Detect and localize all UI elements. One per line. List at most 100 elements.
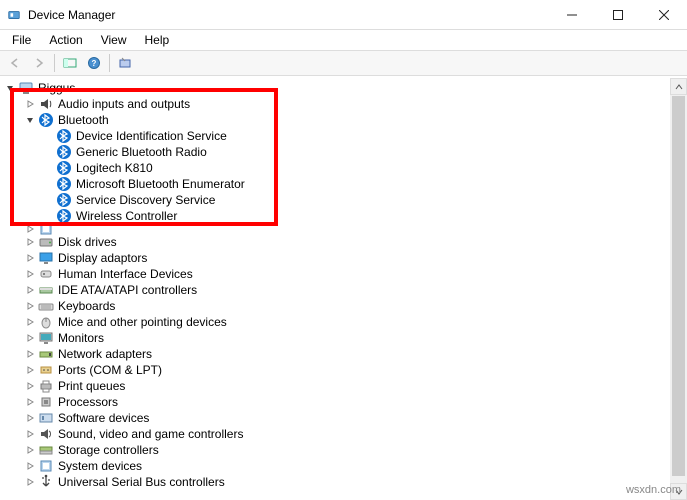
expander-none <box>42 130 54 142</box>
tree-node-label: Network adapters <box>58 346 152 362</box>
tree-node[interactable]: Ports (COM & LPT) <box>0 362 687 378</box>
toolbar: ? <box>0 50 687 76</box>
svg-text:?: ? <box>92 59 97 68</box>
tree-node[interactable]: Microsoft Bluetooth Enumerator <box>0 176 687 192</box>
minimize-button[interactable] <box>549 0 595 30</box>
scrollbar[interactable] <box>670 78 687 500</box>
tree-node-label: IDE ATA/ATAPI controllers <box>58 282 197 298</box>
show-hide-button[interactable] <box>59 52 81 74</box>
tree-root-label: Riggus <box>38 80 75 96</box>
sw-icon <box>38 410 54 426</box>
tree-node-label: Generic Bluetooth Radio <box>76 144 207 160</box>
disk-icon <box>38 234 54 250</box>
close-button[interactable] <box>641 0 687 30</box>
forward-button[interactable] <box>28 52 50 74</box>
tree-node[interactable]: Processors <box>0 394 687 410</box>
tree-node-label: Sound, video and game controllers <box>58 426 243 442</box>
toolbar-separator <box>54 54 55 72</box>
expander-closed-icon[interactable] <box>24 236 36 248</box>
expander-closed-icon[interactable] <box>24 396 36 408</box>
menu-file[interactable]: File <box>4 32 39 48</box>
tree-node[interactable]: Print queues <box>0 378 687 394</box>
display-icon <box>38 250 54 266</box>
expander-open-icon[interactable] <box>24 114 36 126</box>
cpu-icon <box>38 394 54 410</box>
scrollbar-thumb[interactable] <box>672 96 685 476</box>
tree-node[interactable]: Display adaptors <box>0 250 687 266</box>
expander-closed-icon[interactable] <box>24 284 36 296</box>
tree-node-label: Universal Serial Bus controllers <box>58 474 225 490</box>
tree-node[interactable]: System devices <box>0 458 687 474</box>
tree-node[interactable]: Device Identification Service <box>0 128 687 144</box>
tree-node[interactable]: Sound, video and game controllers <box>0 426 687 442</box>
help-button[interactable]: ? <box>83 52 105 74</box>
storage-icon <box>38 442 54 458</box>
tree-node[interactable]: Mice and other pointing devices <box>0 314 687 330</box>
tree-node[interactable]: IDE ATA/ATAPI controllers <box>0 282 687 298</box>
bt-icon <box>38 112 54 128</box>
tree-node[interactable]: Storage controllers <box>0 442 687 458</box>
tree-node[interactable]: Disk drives <box>0 234 687 250</box>
expander-closed-icon[interactable] <box>24 444 36 456</box>
expander-closed-icon[interactable] <box>24 428 36 440</box>
tree-node-label: Ports (COM & LPT) <box>58 362 162 378</box>
tree-root[interactable]: Riggus <box>0 80 687 96</box>
tree-node[interactable]: Keyboards <box>0 298 687 314</box>
expander-closed-icon[interactable] <box>24 476 36 488</box>
device-tree[interactable]: RiggusAudio inputs and outputsBluetoothD… <box>0 78 687 500</box>
tree-node[interactable]: Service Discovery Service <box>0 192 687 208</box>
expander-none <box>42 194 54 206</box>
expander-closed-icon[interactable] <box>24 364 36 376</box>
sound-icon <box>38 426 54 442</box>
expander-none <box>42 146 54 158</box>
menu-view[interactable]: View <box>93 32 135 48</box>
toolbar-separator <box>109 54 110 72</box>
tree-node-label: Device Identification Service <box>76 128 227 144</box>
tree-node-label: Audio inputs and outputs <box>58 96 190 112</box>
scan-button[interactable] <box>114 52 136 74</box>
ide-icon <box>38 282 54 298</box>
tree-node-label: Microsoft Bluetooth Enumerator <box>76 176 245 192</box>
kbd-icon <box>38 298 54 314</box>
expander-closed-icon[interactable] <box>24 380 36 392</box>
expander-closed-icon[interactable] <box>24 412 36 424</box>
bt-icon <box>56 208 72 224</box>
tree-node-label: Display adaptors <box>58 250 147 266</box>
tree-node-label: Software devices <box>58 410 149 426</box>
tree-node[interactable]: Logitech K810 <box>0 160 687 176</box>
expander-closed-icon[interactable] <box>24 252 36 264</box>
scroll-up-arrow[interactable] <box>670 78 687 95</box>
menu-help[interactable]: Help <box>137 32 178 48</box>
computer-icon <box>18 80 34 96</box>
expander-closed-icon[interactable] <box>24 268 36 280</box>
tree-node[interactable]: Monitors <box>0 330 687 346</box>
bt-icon <box>56 192 72 208</box>
tree-node[interactable]: Universal Serial Bus controllers <box>0 474 687 490</box>
tree-node[interactable]: Generic Bluetooth Radio <box>0 144 687 160</box>
expander-open-icon[interactable] <box>4 82 16 94</box>
tree-node[interactable]: Audio inputs and outputs <box>0 96 687 112</box>
bt-icon <box>56 160 72 176</box>
tree-node-label: System devices <box>58 458 142 474</box>
tree-node[interactable]: Network adapters <box>0 346 687 362</box>
maximize-button[interactable] <box>595 0 641 30</box>
tree-node[interactable]: Software devices <box>0 410 687 426</box>
tree-node-label: Disk drives <box>58 234 117 250</box>
expander-closed-icon[interactable] <box>24 348 36 360</box>
tree-node-label: Print queues <box>58 378 125 394</box>
menu-action[interactable]: Action <box>41 32 90 48</box>
expander-closed-icon[interactable] <box>24 460 36 472</box>
expander-none <box>42 178 54 190</box>
back-button[interactable] <box>4 52 26 74</box>
printer-icon <box>38 378 54 394</box>
tree-node-clipped <box>0 224 687 234</box>
expander-closed-icon[interactable] <box>24 300 36 312</box>
mouse-icon <box>38 314 54 330</box>
tree-node[interactable]: Human Interface Devices <box>0 266 687 282</box>
menubar: File Action View Help <box>0 30 687 50</box>
expander-closed-icon[interactable] <box>24 316 36 328</box>
expander-closed-icon[interactable] <box>24 332 36 344</box>
tree-node[interactable]: Wireless Controller <box>0 208 687 224</box>
tree-node[interactable]: Bluetooth <box>0 112 687 128</box>
expander-closed-icon[interactable] <box>24 98 36 110</box>
